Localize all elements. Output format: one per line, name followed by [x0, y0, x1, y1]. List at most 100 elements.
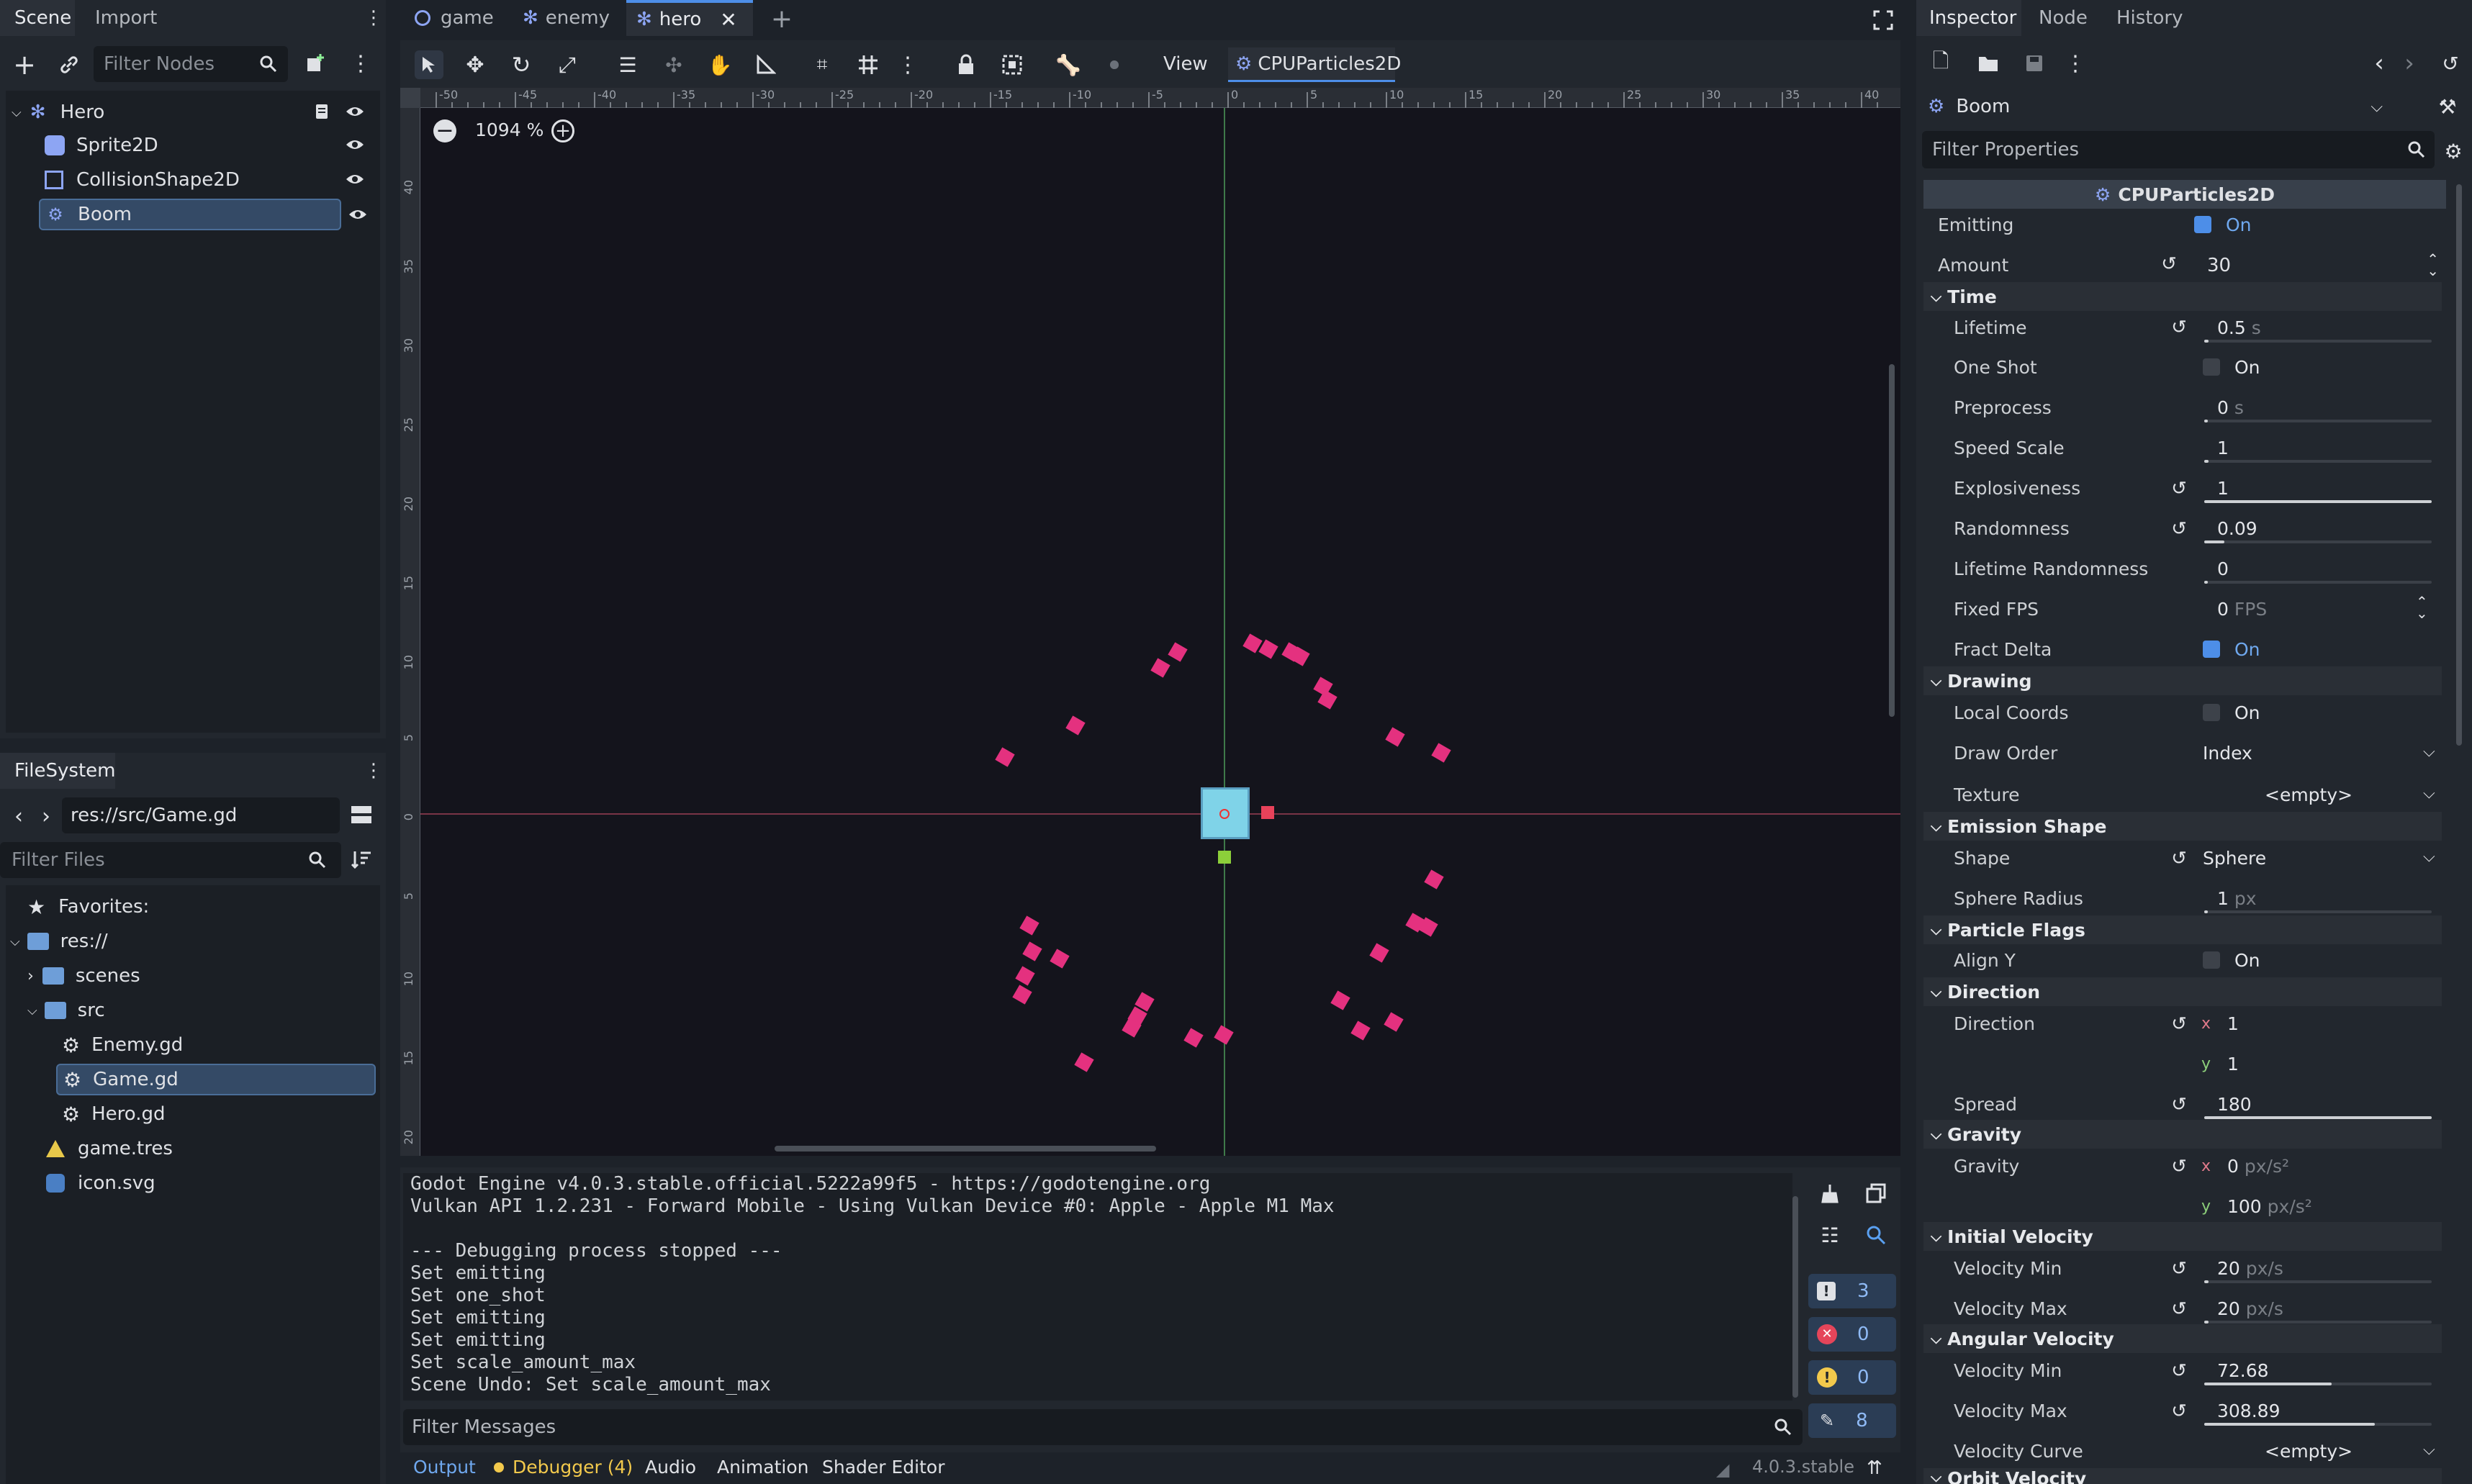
search-icon[interactable]	[1862, 1221, 1890, 1249]
spread-value[interactable]: 180	[2217, 1094, 2252, 1115]
preprocess-slider[interactable]	[2204, 420, 2432, 422]
clear-output-icon[interactable]	[1815, 1179, 1844, 1208]
direction-y-value[interactable]: 1	[2227, 1054, 2239, 1074]
section-drawing[interactable]: ⌵ Drawing	[1923, 666, 2442, 695]
back-arrow-icon[interactable]: ‹	[9, 802, 29, 831]
revert-icon[interactable]: ↺	[2168, 317, 2190, 338]
filter-warnings-toggle[interactable]: ! 0	[1808, 1360, 1896, 1395]
zoom-out-icon[interactable]: −	[433, 119, 456, 142]
pivot-tool-icon[interactable]: ✣	[659, 50, 688, 79]
tab-debugger[interactable]: Debugger (4)	[494, 1457, 633, 1478]
instance-scene-icon[interactable]	[301, 49, 330, 78]
gravity-x-value[interactable]: 0 px/s²	[2227, 1156, 2289, 1177]
cpuparticles2d-menu[interactable]: ⚙ CPUParticles2D	[1228, 47, 1401, 82]
smart-snap-icon[interactable]: ⌗	[808, 50, 836, 79]
velocity-min-slider[interactable]	[2204, 1280, 2432, 1283]
tab-scene[interactable]: Scene	[0, 0, 75, 36]
canvas-viewport[interactable]: -50 -45 -40 -35 -30 -25 -20 -15 -10 -5 0 5 10 15 20 25 3…	[400, 88, 1900, 1156]
explosiveness-value[interactable]: 1	[2217, 478, 2229, 499]
inspector-scrollbar[interactable]	[2456, 184, 2462, 746]
dock-menu-icon[interactable]: ⋮	[363, 759, 384, 783]
speed-scale-value[interactable]: 1	[2217, 438, 2229, 458]
filter-editor-toggle[interactable]: ✎ 8	[1808, 1403, 1896, 1438]
section-time[interactable]: ⌵ Time	[1923, 282, 2442, 311]
one-shot-checkbox[interactable]	[2203, 358, 2220, 376]
revert-icon[interactable]: ↺	[2168, 1013, 2190, 1035]
vertical-scrollbar[interactable]	[1889, 364, 1895, 717]
tree-node-sprite2d[interactable]: Sprite2D	[45, 130, 380, 161]
angular-velocity-max-slider[interactable]	[2204, 1423, 2432, 1426]
filter-nodes-input[interactable]: Filter Nodes	[94, 46, 288, 82]
ruler-tool-icon[interactable]	[752, 50, 780, 79]
amount-spinbox[interactable]: 30 ⌃ ⌄	[2196, 250, 2446, 282]
shape-dropdown[interactable]: Sphere	[2203, 848, 2266, 869]
x-axis-handle[interactable]	[1261, 806, 1274, 819]
scene-tab-game[interactable]: game	[415, 0, 494, 36]
object-tools-icon[interactable]: ⚒	[2433, 92, 2462, 121]
lifetime-value[interactable]: 0.5 s	[2217, 317, 2261, 338]
tab-import[interactable]: Import	[81, 0, 167, 36]
section-orbit-velocity[interactable]: ⌵ Orbit Velocity	[1923, 1468, 2442, 1484]
expand-panel-icon[interactable]: ⇈	[1862, 1455, 1887, 1481]
tree-node-boom[interactable]: ⚙ Boom	[39, 199, 341, 230]
zoom-in-icon[interactable]: +	[551, 119, 574, 142]
output-scrollbar[interactable]	[1792, 1196, 1798, 1398]
filter-files-input[interactable]: Filter Files	[0, 842, 341, 878]
add-node-icon[interactable]: +	[9, 49, 40, 81]
view-menu[interactable]: View	[1163, 53, 1208, 75]
add-scene-tab-icon[interactable]: +	[767, 4, 796, 34]
tab-filesystem[interactable]: FileSystem	[0, 753, 115, 789]
randomness-slider[interactable]	[2204, 540, 2432, 543]
tab-inspector[interactable]: Inspector	[1916, 0, 2021, 36]
history-back-icon[interactable]: ‹	[2368, 49, 2390, 78]
path-field[interactable]: res://src/Game.gd	[62, 797, 340, 833]
revert-icon[interactable]: ↺	[2168, 518, 2190, 540]
angular-velocity-min-slider[interactable]	[2204, 1383, 2432, 1385]
scene-tab-enemy[interactable]: ✻ enemy	[523, 0, 610, 36]
texture-picker[interactable]: <empty>	[2265, 784, 2353, 805]
draw-order-dropdown[interactable]: Index	[2203, 743, 2252, 764]
new-resource-icon[interactable]: 🗋	[1926, 49, 1955, 78]
direction-x-value[interactable]: 1	[2227, 1013, 2239, 1034]
move-tool-icon[interactable]: ✥	[461, 50, 490, 79]
local-coords-value[interactable]: On	[2234, 702, 2260, 723]
group-icon[interactable]	[998, 50, 1027, 79]
camera-override-icon[interactable]: ⏺	[1100, 50, 1129, 79]
property-tools-icon[interactable]: ⚙	[2439, 137, 2468, 166]
lifetime-randomness-value[interactable]: 0	[2217, 558, 2229, 579]
lifetime-slider[interactable]	[2204, 340, 2432, 343]
filter-messages-input[interactable]: Filter Messages	[403, 1409, 1803, 1445]
toggle-split-icon[interactable]	[348, 802, 374, 828]
fixed-fps-value[interactable]: 0 FPS	[2217, 599, 2267, 620]
local-coords-checkbox[interactable]	[2203, 704, 2220, 721]
visibility-eye-icon[interactable]	[344, 168, 366, 190]
emitting-checkbox[interactable]	[2194, 216, 2211, 233]
tree-node-hero[interactable]: ⌵ ✻ Hero	[7, 96, 380, 128]
file-icon-svg[interactable]: icon.svg	[46, 1167, 155, 1199]
forward-arrow-icon[interactable]: ›	[36, 802, 56, 831]
fract-delta-value[interactable]: On	[2234, 639, 2260, 660]
velocity-max-slider[interactable]	[2204, 1321, 2432, 1324]
explosiveness-slider[interactable]	[2204, 500, 2432, 503]
tab-animation[interactable]: Animation	[717, 1457, 808, 1478]
preprocess-value[interactable]: 0 s	[2217, 397, 2244, 418]
visibility-eye-icon[interactable]	[344, 101, 366, 122]
angular-velocity-min-value[interactable]: 72.68	[2217, 1360, 2269, 1381]
spinner-arrows-icon[interactable]: ⌃ ⌄	[2416, 594, 2428, 620]
inspector-menu-icon[interactable]: ⋮	[2065, 49, 2086, 78]
filter-messages-toggle[interactable]: ! 3	[1808, 1274, 1896, 1308]
file-hero-gd[interactable]: ⚙ Hero.gd	[62, 1098, 166, 1130]
align-y-checkbox[interactable]	[2203, 951, 2220, 969]
gravity-y-value[interactable]: 100 px/s²	[2227, 1196, 2312, 1217]
sort-icon[interactable]	[348, 846, 374, 872]
section-particle-flags[interactable]: ⌵ Particle Flags	[1923, 915, 2442, 944]
section-angular-velocity[interactable]: ⌵ Angular Velocity	[1923, 1324, 2442, 1353]
close-icon[interactable]: ✕	[720, 8, 736, 32]
speed-scale-slider[interactable]	[2204, 460, 2432, 463]
emitting-value[interactable]: On	[2226, 214, 2252, 235]
history-icon[interactable]: ↺	[2436, 49, 2465, 78]
pan-tool-icon[interactable]: ✋	[705, 50, 734, 79]
revert-icon[interactable]: ↺	[2168, 1298, 2190, 1320]
distraction-free-icon[interactable]	[1869, 6, 1898, 35]
object-selector[interactable]: ⚙ Boom ⌵	[1922, 88, 2390, 125]
